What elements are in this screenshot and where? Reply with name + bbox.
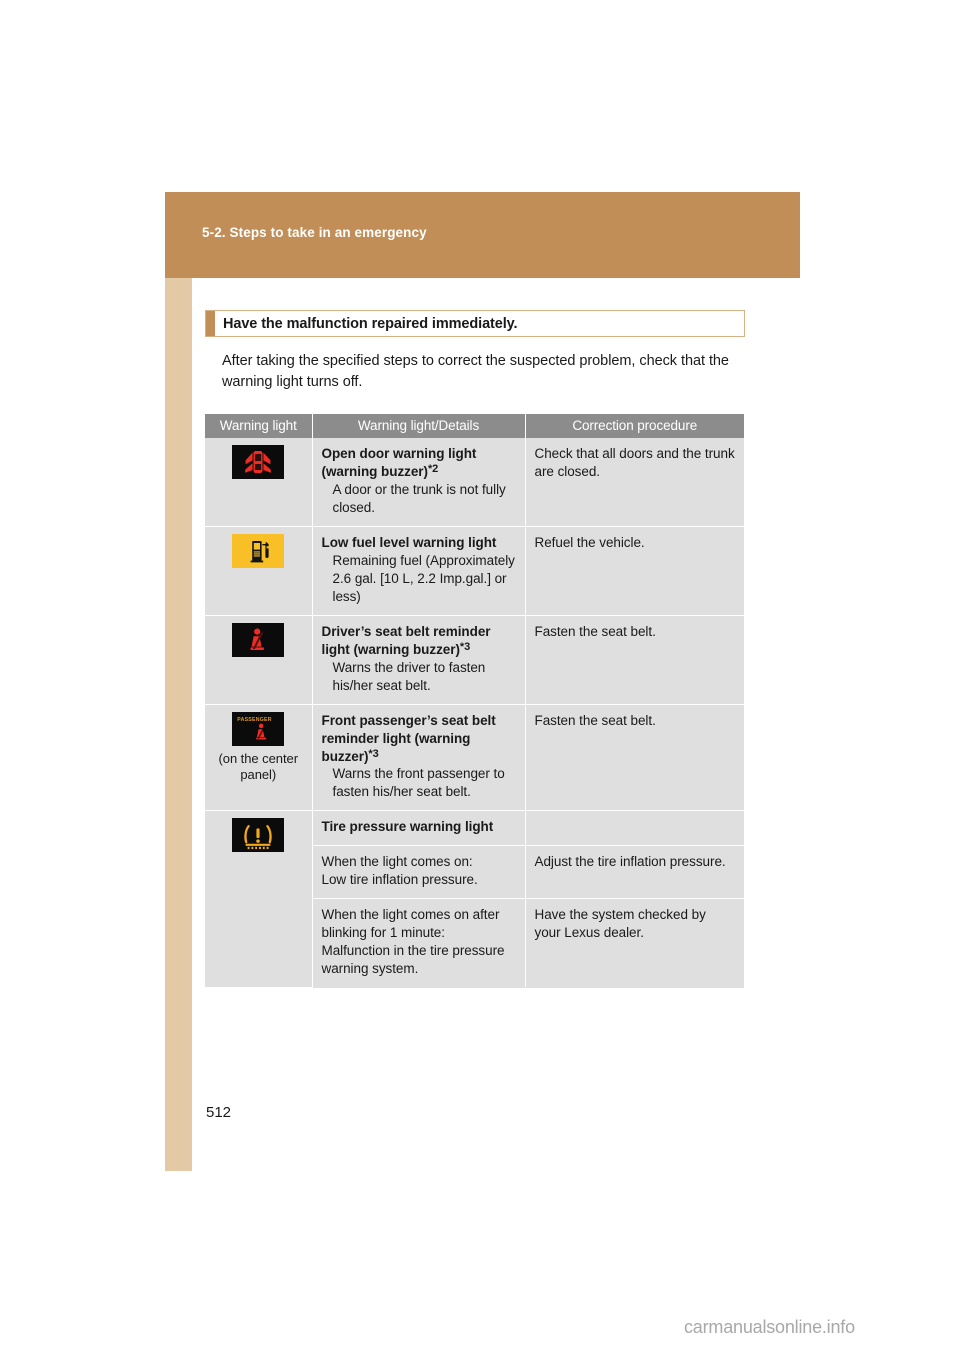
footnote-marker: *2 <box>427 463 439 476</box>
warning-light-detail: Warns the driver to fasten his/her seat … <box>332 659 486 693</box>
warning-light-details-cell: When the light comes on: Low tire inflat… <box>312 845 526 900</box>
tire-condition-line2: Malfunction in the tire pressure warning… <box>321 943 505 977</box>
column-header-warning-light: Warning light <box>205 414 313 439</box>
warning-light-details-cell: Open door warning light (warning buzzer)… <box>312 438 526 527</box>
chapter-title: 5-2. Steps to take in an emergency <box>202 225 427 240</box>
correction-procedure-cell: Refuel the vehicle. <box>525 526 744 616</box>
warning-light-details-cell: Tire pressure warning light <box>312 810 526 847</box>
warning-light-icon-note: (on the center panel) <box>218 750 298 782</box>
table-row: Driver’s seat belt reminder light (warni… <box>205 615 744 705</box>
correction-procedure-cell: Check that all doors and the trunk are c… <box>525 438 744 527</box>
driver-seat-belt-reminder-icon <box>232 622 285 657</box>
correction-procedure-cell: Fasten the seat belt. <box>525 704 744 812</box>
warning-light-details-cell: When the light comes on after blinking f… <box>312 898 526 988</box>
warning-light-icon-cell <box>205 615 313 705</box>
manual-page: 5-2. Steps to take in an emergency Have … <box>0 0 960 1358</box>
correction-procedure-cell: Fasten the seat belt. <box>525 615 744 705</box>
warning-light-title: Driver’s seat belt reminder light (warni… <box>321 623 491 657</box>
page-number: 512 <box>206 1104 232 1121</box>
warning-light-icon-cell <box>205 438 313 527</box>
warning-light-detail: A door or the trunk is not fully closed. <box>332 482 506 516</box>
warning-light-title: Tire pressure warning light <box>321 819 494 835</box>
table-row: Tire pressure warning light <box>205 810 744 988</box>
warning-light-icon-cell: PASSENGER (on the center panel) <box>205 704 313 812</box>
warning-light-details-cell: Front passenger’s seat belt reminder lig… <box>312 704 526 812</box>
tire-condition-line1: When the light comes on: <box>321 854 473 870</box>
page-content: Have the malfunction repaired immediatel… <box>205 310 745 988</box>
footnote-marker: *3 <box>368 747 379 760</box>
warning-light-icon-cell <box>205 810 313 988</box>
low-fuel-warning-icon <box>232 533 285 568</box>
footnote-marker: *3 <box>459 640 471 653</box>
warning-light-title: Front passenger’s seat belt reminder lig… <box>321 712 496 764</box>
correction-procedure-cell <box>525 810 744 847</box>
tire-condition-line1: When the light comes on after blinking f… <box>321 907 500 941</box>
page-side-band <box>165 278 192 1171</box>
tire-condition-line2: Low tire inflation pressure. <box>321 872 478 888</box>
section-heading-label: Have the malfunction repaired immediatel… <box>223 315 518 332</box>
front-passenger-seat-belt-reminder-icon: PASSENGER <box>232 711 285 746</box>
warning-light-details-cell: Low fuel level warning light Remaining f… <box>312 526 526 616</box>
correction-procedure-cell: Have the system checked by your Lexus de… <box>525 898 744 988</box>
table-header-row: Warning light Warning light/Details Corr… <box>205 414 744 439</box>
column-header-details: Warning light/Details <box>312 414 526 439</box>
warning-light-table: Warning light Warning light/Details Corr… <box>205 414 744 988</box>
section-heading-bar: Have the malfunction repaired immediatel… <box>205 310 745 337</box>
warning-light-title: Open door warning light (warning buzzer)… <box>321 446 477 480</box>
table-row: PASSENGER (on the center panel) Front pa… <box>205 704 744 812</box>
warning-light-detail: Warns the front passenger to fasten his/… <box>332 766 505 800</box>
tire-pressure-warning-icon <box>232 818 285 853</box>
table-row: Open door warning light (warning buzzer)… <box>205 438 744 527</box>
section-accent-tab <box>206 311 215 336</box>
warning-light-details-cell: Driver’s seat belt reminder light (warni… <box>312 615 526 705</box>
open-door-warning-icon <box>232 445 285 480</box>
site-watermark: carmanualsonline.info <box>684 1317 855 1337</box>
section-paragraph: After taking the specified steps to corr… <box>222 353 729 390</box>
warning-light-icon-cell <box>205 526 313 616</box>
passenger-icon-label: PASSENGER <box>237 716 272 723</box>
warning-light-title: Low fuel level warning light <box>321 534 497 550</box>
correction-procedure-cell: Adjust the tire inflation pressure. <box>525 845 744 900</box>
chapter-header-band: 5-2. Steps to take in an emergency <box>165 192 800 278</box>
table-row: Low fuel level warning light Remaining f… <box>205 526 744 616</box>
warning-light-detail: Remaining fuel (Approximately 2.6 gal. [… <box>332 552 515 604</box>
column-header-correction: Correction procedure <box>525 414 744 439</box>
